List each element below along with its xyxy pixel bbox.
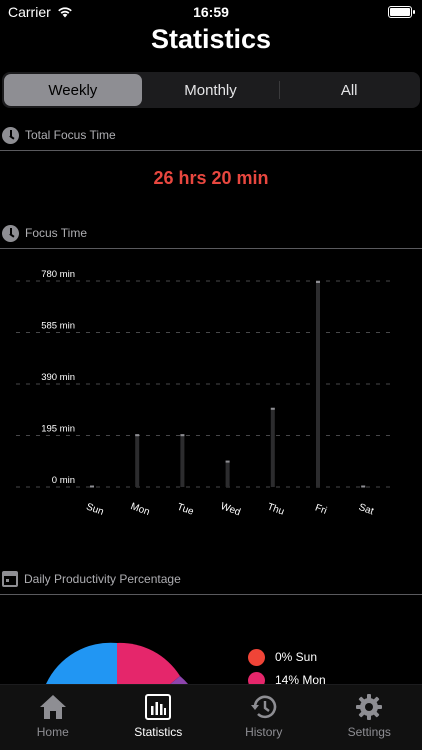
gear-icon xyxy=(356,694,383,720)
tab-history[interactable]: History xyxy=(211,685,317,750)
total-focus-label: Total Focus Time xyxy=(25,128,116,142)
pie-slice-blue xyxy=(46,642,117,684)
total-focus-value: 26 hrs 20 min xyxy=(153,168,269,188)
bar-cap xyxy=(270,407,275,410)
tab-statistics[interactable]: Statistics xyxy=(106,685,212,750)
tab-settings[interactable]: Settings xyxy=(317,685,422,750)
focus-time-chart: 0 min 195 min 390 min 585 min 780 min Sun Mon T… xyxy=(16,269,394,518)
productivity-pie-chart xyxy=(46,642,188,684)
tab-label: History xyxy=(245,725,283,739)
x-tick-label: Tue xyxy=(175,502,195,518)
tab-label: Home xyxy=(36,725,69,739)
bar xyxy=(270,407,275,487)
bar-cap xyxy=(135,434,140,437)
battery-icon xyxy=(388,6,415,18)
y-tick-label: 195 min xyxy=(41,424,75,435)
divider xyxy=(0,248,422,249)
focus-time-label: Focus Time xyxy=(25,226,88,240)
bar xyxy=(135,434,140,487)
tab-bar: Home Statistics History Settings xyxy=(0,684,422,750)
divider xyxy=(0,594,422,595)
home-icon xyxy=(39,695,66,719)
tab-label: Settings xyxy=(347,725,391,739)
segment-weekly[interactable]: Weekly xyxy=(4,74,142,106)
bar-cap xyxy=(316,281,320,283)
bar-cap xyxy=(361,485,366,488)
bar-cap xyxy=(225,460,230,463)
bar xyxy=(225,460,230,487)
history-icon xyxy=(250,695,277,719)
divider xyxy=(0,150,422,151)
chart-icon xyxy=(145,694,172,720)
pie-slice-pink xyxy=(117,642,180,684)
x-tick-label: Wed xyxy=(219,501,242,518)
x-tick-label: Sun xyxy=(85,501,105,517)
bar-cap xyxy=(90,485,94,488)
x-tick-label: Fri xyxy=(313,502,328,516)
y-tick-label: 585 min xyxy=(41,321,75,332)
bar-cap xyxy=(180,434,185,437)
x-tick-label: Mon xyxy=(129,501,151,518)
y-tick-label: 0 min xyxy=(52,475,75,486)
clock-icon xyxy=(2,224,19,242)
tab-label: Statistics xyxy=(134,725,183,739)
legend-label: 0% Sun xyxy=(275,650,318,664)
x-tick-label: Thu xyxy=(266,502,286,518)
page-title: Statistics xyxy=(150,24,272,54)
productivity-header: Daily Productivity Percentage xyxy=(0,565,422,595)
productivity-label: Daily Productivity Percentage xyxy=(24,572,181,586)
tab-home[interactable]: Home xyxy=(0,685,106,750)
bar xyxy=(316,281,320,487)
status-time: 16:59 xyxy=(193,4,229,20)
focus-time-header: Focus Time xyxy=(0,219,422,249)
bar xyxy=(180,434,185,487)
clock-icon xyxy=(2,126,19,144)
period-segmented-control: Weekly Monthly All xyxy=(2,72,420,108)
calendar-icon xyxy=(2,571,18,587)
segment-monthly[interactable]: Monthly xyxy=(142,74,280,106)
status-bar: Carrier 16:59 xyxy=(0,0,422,26)
segment-all[interactable]: All xyxy=(280,74,418,106)
y-tick-label: 390 min xyxy=(41,372,75,383)
total-focus-header: Total Focus Time xyxy=(0,121,422,151)
legend-dot xyxy=(248,648,265,666)
x-tick-label: Sat xyxy=(357,502,375,518)
y-tick-label: 780 min xyxy=(41,269,75,280)
legend-item: 0% Sun xyxy=(248,646,326,668)
